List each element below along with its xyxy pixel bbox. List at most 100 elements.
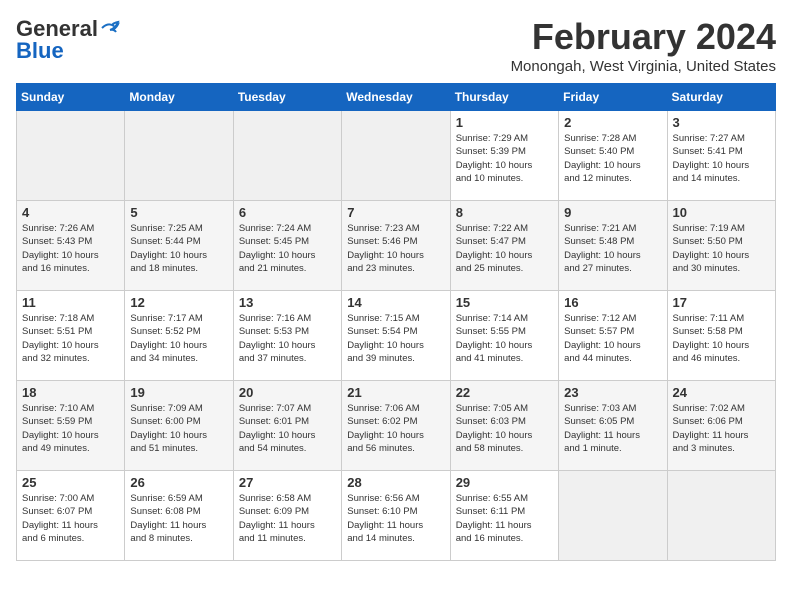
day-info: Sunrise: 7:14 AM Sunset: 5:55 PM Dayligh…: [456, 312, 553, 365]
month-year-title: February 2024: [511, 16, 776, 58]
table-row: 11 Sunrise: 7:18 AM Sunset: 5:51 PM Dayli…: [17, 291, 125, 381]
day-number: 9: [564, 205, 661, 220]
col-wednesday: Wednesday: [342, 84, 450, 111]
day-number: 2: [564, 115, 661, 130]
table-row: 4 Sunrise: 7:26 AM Sunset: 5:43 PM Daylig…: [17, 201, 125, 291]
table-row: 26 Sunrise: 6:59 AM Sunset: 6:08 PM Dayli…: [125, 471, 233, 561]
title-section: February 2024 Monongah, West Virginia, U…: [511, 16, 776, 75]
table-row: [125, 111, 233, 201]
day-number: 25: [22, 475, 119, 490]
day-number: 14: [347, 295, 444, 310]
table-row: 19 Sunrise: 7:09 AM Sunset: 6:00 PM Dayli…: [125, 381, 233, 471]
calendar-week-row: 25 Sunrise: 7:00 AM Sunset: 6:07 PM Dayli…: [17, 471, 776, 561]
col-sunday: Sunday: [17, 84, 125, 111]
table-row: 15 Sunrise: 7:14 AM Sunset: 5:55 PM Dayli…: [450, 291, 558, 381]
table-row: 13Sunrise: 7:16 AM Sunset: 5:53 PM Dayli…: [233, 291, 341, 381]
table-row: 10 Sunrise: 7:19 AM Sunset: 5:50 PM Dayli…: [667, 201, 775, 291]
day-info: Sunrise: 7:26 AM Sunset: 5:43 PM Dayligh…: [22, 222, 119, 275]
table-row: 3 Sunrise: 7:27 AM Sunset: 5:41 PM Daylig…: [667, 111, 775, 201]
day-info: Sunrise: 7:16 AM Sunset: 5:53 PM Dayligh…: [239, 312, 336, 365]
table-row: 2 Sunrise: 7:28 AM Sunset: 5:40 PM Daylig…: [559, 111, 667, 201]
table-row: 1Sunrise: 7:29 AM Sunset: 5:39 PM Daylig…: [450, 111, 558, 201]
table-row: 27 Sunrise: 6:58 AM Sunset: 6:09 PM Dayli…: [233, 471, 341, 561]
day-info: Sunrise: 7:23 AM Sunset: 5:46 PM Dayligh…: [347, 222, 444, 275]
table-row: [667, 471, 775, 561]
day-number: 28: [347, 475, 444, 490]
day-number: 17: [673, 295, 770, 310]
table-row: 29 Sunrise: 6:55 AM Sunset: 6:11 PM Dayli…: [450, 471, 558, 561]
table-row: [342, 111, 450, 201]
table-row: 16 Sunrise: 7:12 AM Sunset: 5:57 PM Dayli…: [559, 291, 667, 381]
day-info: Sunrise: 7:17 AM Sunset: 5:52 PM Dayligh…: [130, 312, 227, 365]
day-number: 7: [347, 205, 444, 220]
day-number: 4: [22, 205, 119, 220]
day-info: Sunrise: 7:09 AM Sunset: 6:00 PM Dayligh…: [130, 402, 227, 455]
day-info: Sunrise: 7:24 AM Sunset: 5:45 PM Dayligh…: [239, 222, 336, 275]
day-number: 1: [456, 115, 553, 130]
calendar-week-row: 4 Sunrise: 7:26 AM Sunset: 5:43 PM Daylig…: [17, 201, 776, 291]
day-number: 10: [673, 205, 770, 220]
day-info: Sunrise: 7:28 AM Sunset: 5:40 PM Dayligh…: [564, 132, 661, 185]
day-info: Sunrise: 7:12 AM Sunset: 5:57 PM Dayligh…: [564, 312, 661, 365]
day-number: 8: [456, 205, 553, 220]
table-row: 24 Sunrise: 7:02 AM Sunset: 6:06 PM Dayli…: [667, 381, 775, 471]
table-row: 8 Sunrise: 7:22 AM Sunset: 5:47 PM Daylig…: [450, 201, 558, 291]
col-thursday: Thursday: [450, 84, 558, 111]
day-number: 26: [130, 475, 227, 490]
day-info: Sunrise: 7:25 AM Sunset: 5:44 PM Dayligh…: [130, 222, 227, 275]
location-subtitle: Monongah, West Virginia, United States: [511, 58, 776, 75]
day-number: 24: [673, 385, 770, 400]
table-row: 9Sunrise: 7:21 AM Sunset: 5:48 PM Daylig…: [559, 201, 667, 291]
day-info: Sunrise: 6:55 AM Sunset: 6:11 PM Dayligh…: [456, 492, 553, 545]
day-info: Sunrise: 7:11 AM Sunset: 5:58 PM Dayligh…: [673, 312, 770, 365]
day-number: 6: [239, 205, 336, 220]
day-number: 21: [347, 385, 444, 400]
day-info: Sunrise: 7:27 AM Sunset: 5:41 PM Dayligh…: [673, 132, 770, 185]
table-row: 17 Sunrise: 7:11 AM Sunset: 5:58 PM Dayli…: [667, 291, 775, 381]
calendar-week-row: 11 Sunrise: 7:18 AM Sunset: 5:51 PM Dayli…: [17, 291, 776, 381]
page-header: General Blue February 2024 Monongah, Wes…: [16, 16, 776, 75]
table-row: 7 Sunrise: 7:23 AM Sunset: 5:46 PM Daylig…: [342, 201, 450, 291]
calendar-table: Sunday Monday Tuesday Wednesday Thursday…: [16, 83, 776, 561]
day-info: Sunrise: 7:05 AM Sunset: 6:03 PM Dayligh…: [456, 402, 553, 455]
day-number: 5: [130, 205, 227, 220]
table-row: [17, 111, 125, 201]
table-row: 20Sunrise: 7:07 AM Sunset: 6:01 PM Dayli…: [233, 381, 341, 471]
table-row: 18 Sunrise: 7:10 AM Sunset: 5:59 PM Dayli…: [17, 381, 125, 471]
day-number: 23: [564, 385, 661, 400]
day-number: 16: [564, 295, 661, 310]
col-monday: Monday: [125, 84, 233, 111]
day-info: Sunrise: 7:15 AM Sunset: 5:54 PM Dayligh…: [347, 312, 444, 365]
table-row: 5 Sunrise: 7:25 AM Sunset: 5:44 PM Daylig…: [125, 201, 233, 291]
day-info: Sunrise: 7:22 AM Sunset: 5:47 PM Dayligh…: [456, 222, 553, 275]
logo-blue: Blue: [16, 38, 64, 64]
day-info: Sunrise: 7:07 AM Sunset: 6:01 PM Dayligh…: [239, 402, 336, 455]
day-number: 11: [22, 295, 119, 310]
day-number: 3: [673, 115, 770, 130]
table-row: 28 Sunrise: 6:56 AM Sunset: 6:10 PM Dayli…: [342, 471, 450, 561]
day-info: Sunrise: 6:56 AM Sunset: 6:10 PM Dayligh…: [347, 492, 444, 545]
calendar-week-row: 18 Sunrise: 7:10 AM Sunset: 5:59 PM Dayli…: [17, 381, 776, 471]
day-info: Sunrise: 7:19 AM Sunset: 5:50 PM Dayligh…: [673, 222, 770, 275]
day-info: Sunrise: 7:18 AM Sunset: 5:51 PM Dayligh…: [22, 312, 119, 365]
day-info: Sunrise: 7:10 AM Sunset: 5:59 PM Dayligh…: [22, 402, 119, 455]
col-friday: Friday: [559, 84, 667, 111]
day-info: Sunrise: 7:03 AM Sunset: 6:05 PM Dayligh…: [564, 402, 661, 455]
day-number: 29: [456, 475, 553, 490]
day-info: Sunrise: 7:02 AM Sunset: 6:06 PM Dayligh…: [673, 402, 770, 455]
day-number: 15: [456, 295, 553, 310]
col-saturday: Saturday: [667, 84, 775, 111]
day-info: Sunrise: 6:59 AM Sunset: 6:08 PM Dayligh…: [130, 492, 227, 545]
day-number: 27: [239, 475, 336, 490]
table-row: [233, 111, 341, 201]
day-info: Sunrise: 6:58 AM Sunset: 6:09 PM Dayligh…: [239, 492, 336, 545]
day-number: 18: [22, 385, 119, 400]
table-row: [559, 471, 667, 561]
day-number: 19: [130, 385, 227, 400]
logo: General Blue: [16, 16, 122, 64]
day-info: Sunrise: 7:00 AM Sunset: 6:07 PM Dayligh…: [22, 492, 119, 545]
day-number: 12: [130, 295, 227, 310]
table-row: 12 Sunrise: 7:17 AM Sunset: 5:52 PM Dayli…: [125, 291, 233, 381]
col-tuesday: Tuesday: [233, 84, 341, 111]
calendar-week-row: 1Sunrise: 7:29 AM Sunset: 5:39 PM Daylig…: [17, 111, 776, 201]
